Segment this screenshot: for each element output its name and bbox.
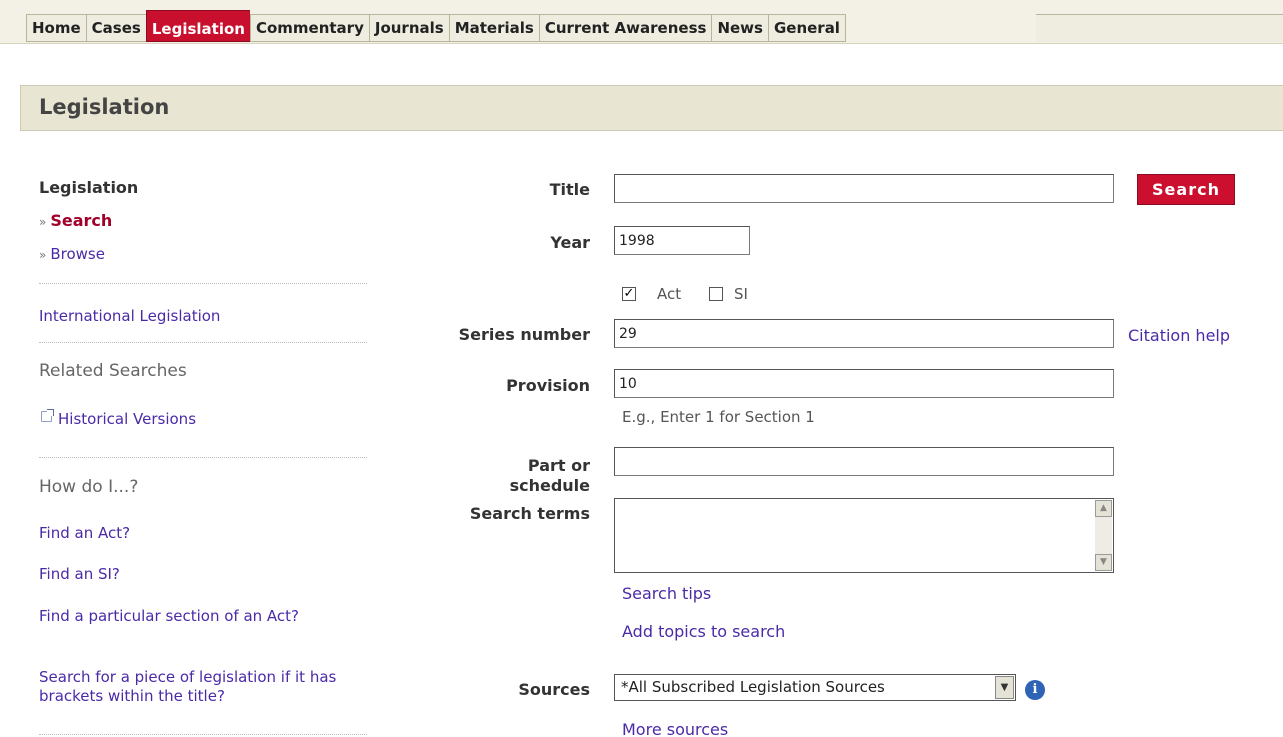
tab-cases[interactable]: Cases [85,14,146,42]
historical-versions-link: Historical Versions [58,410,197,428]
provision-label: Provision [506,376,590,395]
year-input[interactable] [614,226,750,255]
provision-hint: E.g., Enter 1 for Section 1 [622,408,815,426]
sidebar-item-search[interactable]: » Search [39,211,112,230]
arrow-icon: » [39,248,47,262]
chevron-down-icon[interactable]: ▼ [995,676,1014,699]
tab-bar-filler [1036,14,1283,42]
series-number-input[interactable] [614,319,1114,348]
page-title: Legislation [39,95,170,119]
help-link-find-section[interactable]: Find a particular section of an Act? [39,607,369,626]
related-searches-heading: Related Searches [39,361,187,381]
scroll-down-icon[interactable]: ▼ [1095,554,1112,571]
act-checkbox-label: Act [657,285,682,303]
sidebar-divider [39,734,367,735]
textarea-scrollbar[interactable]: ▲ ▼ [1095,500,1112,571]
tab-journals[interactable]: Journals [368,14,449,42]
tab-materials[interactable]: Materials [448,14,539,42]
help-link-find-si[interactable]: Find an SI? [39,565,120,583]
sidebar-divider [39,342,367,343]
help-link-brackets[interactable]: Search for a piece of legislation if it … [39,668,369,706]
tab-legislation[interactable]: Legislation [145,10,250,42]
tab-current-awareness[interactable]: Current Awareness [538,14,712,42]
part-or-schedule-input[interactable] [614,447,1114,476]
help-link-find-act[interactable]: Find an Act? [39,524,130,542]
part-label-line1: Part or [527,456,590,475]
tab-bar: Home Cases Legislation Commentary Journa… [26,10,846,42]
top-navigation: Home Cases Legislation Commentary Journa… [0,0,1283,44]
part-or-schedule-label: Part or schedule [400,456,590,496]
sidebar-divider [39,283,367,284]
sidebar-item-search-label: Search [50,211,113,230]
si-checkbox[interactable] [709,287,723,301]
tab-general[interactable]: General [767,14,846,42]
sources-select[interactable]: *All Subscribed Legislation Sources ▼ [614,674,1016,701]
search-button[interactable]: Search [1137,174,1235,205]
external-link-icon [41,409,54,422]
sources-label: Sources [518,680,590,699]
how-do-i-heading: How do I...? [39,477,139,497]
page-title-bar: Legislation [20,85,1283,131]
search-terms-textarea[interactable]: ▲ ▼ [614,498,1114,573]
provision-input[interactable] [614,369,1114,398]
year-label: Year [550,233,590,252]
info-icon[interactable]: i [1025,680,1045,700]
scroll-up-icon[interactable]: ▲ [1095,500,1112,517]
sidebar-divider [39,457,367,458]
arrow-icon: » [39,215,47,229]
historical-versions-item[interactable]: Historical Versions [41,409,196,428]
search-tips-link[interactable]: Search tips [622,584,711,603]
search-terms-label: Search terms [469,504,590,523]
tab-home[interactable]: Home [26,14,86,42]
series-number-label: Series number [458,325,590,344]
citation-help-link[interactable]: Citation help [1128,326,1230,345]
sidebar-item-browse-label: Browse [50,245,105,263]
act-checkbox[interactable]: ✓ [622,287,636,301]
part-label-line2: schedule [509,476,590,495]
tab-commentary[interactable]: Commentary [249,14,369,42]
add-topics-link[interactable]: Add topics to search [622,622,785,641]
title-label: Title [549,180,590,199]
sources-selected-value: *All Subscribed Legislation Sources [621,678,885,696]
sidebar-heading: Legislation [39,178,139,197]
title-input[interactable] [614,174,1114,203]
more-sources-link[interactable]: More sources [622,720,728,737]
tab-news[interactable]: News [711,14,768,42]
sidebar-item-browse[interactable]: » Browse [39,244,105,263]
si-checkbox-label: SI [734,285,748,303]
international-legislation-link[interactable]: International Legislation [39,307,220,325]
